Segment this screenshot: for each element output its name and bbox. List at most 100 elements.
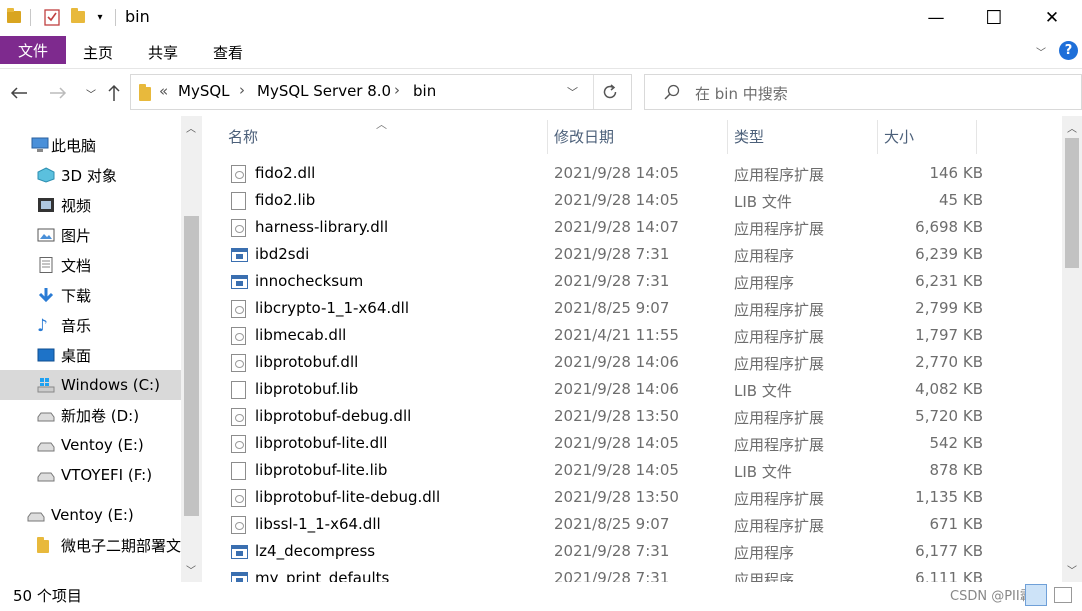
- large-icons-view-icon[interactable]: [1054, 587, 1072, 603]
- table-row[interactable]: fido2.lib 2021/9/28 14:05 LIB 文件 45 KB: [223, 187, 983, 214]
- breadcrumb-mysql[interactable]: MySQL: [178, 82, 230, 100]
- details-view-icon[interactable]: [1025, 584, 1047, 606]
- scroll-down-icon[interactable]: ﹀: [1067, 562, 1077, 577]
- sidebar-item-label: Ventoy (E:): [51, 506, 134, 524]
- file-name: libprotobuf.lib: [255, 380, 359, 398]
- sidebar-item-3d-objects[interactable]: 3D 对象: [0, 160, 181, 190]
- dll-file-icon: [231, 516, 246, 534]
- address-dropdown-icon[interactable]: ﹀: [567, 84, 578, 100]
- sidebar-item-desktop[interactable]: 桌面: [0, 340, 181, 370]
- maximize-button[interactable]: ☐: [964, 0, 1024, 36]
- table-row[interactable]: my_print_defaults 2021/9/28 7:31 应用程序 6,111…: [223, 565, 983, 582]
- table-row[interactable]: lz4_decompress 2021/9/28 7:31 应用程序 6,177 KB: [223, 538, 983, 565]
- drive-icon: [37, 469, 55, 485]
- sidebar-item-this-pc[interactable]: 此电脑: [0, 130, 181, 160]
- breadcrumb-bin[interactable]: bin: [413, 82, 436, 100]
- table-row[interactable]: libssl-1_1-x64.dll 2021/8/25 9:07 应用程序扩展 67…: [223, 511, 983, 538]
- table-row[interactable]: libprotobuf-lite.dll 2021/9/28 14:05 应用程序扩…: [223, 430, 983, 457]
- sidebar-item-music[interactable]: ♪ 音乐: [0, 310, 181, 340]
- breadcrumb-separator[interactable]: ›: [394, 81, 400, 99]
- scrollbar-thumb[interactable]: [1065, 138, 1079, 268]
- overflow-chevron[interactable]: «: [159, 82, 168, 100]
- file-date: 2021/9/28 14:05: [554, 461, 679, 479]
- tab-home[interactable]: 主页: [83, 42, 113, 63]
- file-size: 6,239 KB: [915, 245, 983, 263]
- column-header-type[interactable]: 类型: [734, 126, 764, 147]
- search-input[interactable]: 在 bin 中搜索: [695, 83, 788, 104]
- refresh-icon[interactable]: [601, 83, 619, 105]
- help-icon[interactable]: ?: [1059, 41, 1078, 60]
- scroll-up-icon[interactable]: ︿: [186, 120, 196, 135]
- folder-icon: [6, 8, 22, 26]
- breadcrumb-mysql-server[interactable]: MySQL Server 8.0: [257, 82, 391, 100]
- properties-icon[interactable]: [43, 8, 61, 26]
- file-date: 2021/9/28 14:07: [554, 218, 679, 236]
- column-divider[interactable]: [547, 120, 548, 154]
- table-row[interactable]: ibd2sdi 2021/9/28 7:31 应用程序 6,239 KB: [223, 241, 983, 268]
- file-date: 2021/9/28 13:50: [554, 488, 679, 506]
- sidebar-scrollbar[interactable]: ︿ ﹀: [181, 116, 202, 582]
- folder-icon: [139, 84, 151, 101]
- tab-file[interactable]: 文件: [0, 36, 66, 64]
- file-type: 应用程序: [734, 247, 795, 265]
- table-row[interactable]: fido2.dll 2021/9/28 14:05 应用程序扩展 146 KB: [223, 160, 983, 187]
- new-folder-icon[interactable]: [70, 8, 86, 26]
- sidebar-item-documents[interactable]: 文档: [0, 250, 181, 280]
- expand-ribbon-icon[interactable]: ﹀: [1036, 44, 1046, 59]
- search-box[interactable]: 在 bin 中搜索: [644, 74, 1082, 110]
- scroll-up-icon[interactable]: ︿: [1067, 120, 1077, 135]
- scroll-down-icon[interactable]: ﹀: [186, 562, 196, 577]
- file-date: 2021/9/28 14:06: [554, 380, 679, 398]
- table-row[interactable]: libprotobuf.lib 2021/9/28 14:06 LIB 文件 4,08…: [223, 376, 983, 403]
- file-size: 6,177 KB: [915, 542, 983, 560]
- forward-button[interactable]: [47, 82, 69, 104]
- back-button[interactable]: [8, 82, 30, 104]
- file-size: 146 KB: [929, 164, 983, 182]
- file-name: libssl-1_1-x64.dll: [255, 515, 381, 533]
- sidebar-item-windows-c[interactable]: Windows (C:): [0, 370, 181, 400]
- close-button[interactable]: ✕: [1022, 0, 1082, 36]
- column-divider[interactable]: [877, 120, 878, 154]
- file-type: 应用程序扩展: [734, 409, 825, 427]
- column-header-size[interactable]: 大小: [884, 126, 914, 147]
- address-bar[interactable]: « MySQL › MySQL Server 8.0 › bin ﹀: [130, 74, 632, 110]
- tab-share[interactable]: 共享: [148, 42, 178, 63]
- file-size: 542 KB: [929, 434, 983, 452]
- table-row[interactable]: libmecab.dll 2021/4/21 11:55 应用程序扩展 1,797 K…: [223, 322, 983, 349]
- sidebar-item-folder[interactable]: 微电子二期部署文: [0, 530, 181, 560]
- table-row[interactable]: libprotobuf-debug.dll 2021/9/28 13:50 应用程序…: [223, 403, 983, 430]
- table-row[interactable]: libcrypto-1_1-x64.dll 2021/8/25 9:07 应用程序扩…: [223, 295, 983, 322]
- table-row[interactable]: libprotobuf-lite-debug.dll 2021/9/28 13:5…: [223, 484, 983, 511]
- column-header-name[interactable]: 名称: [228, 126, 258, 147]
- customize-dropdown-icon[interactable]: ▾: [94, 8, 106, 26]
- sidebar-item-downloads[interactable]: 下载: [0, 280, 181, 310]
- file-name: libprotobuf-lite-debug.dll: [255, 488, 441, 506]
- file-date: 2021/8/25 9:07: [554, 515, 670, 533]
- scrollbar-thumb[interactable]: [184, 216, 199, 516]
- sidebar-item-pictures[interactable]: 图片: [0, 220, 181, 250]
- file-icon: [231, 192, 246, 210]
- recent-locations-icon[interactable]: ﹀: [80, 82, 102, 104]
- file-date: 2021/9/28 14:05: [554, 164, 679, 182]
- table-row[interactable]: innochecksum 2021/9/28 7:31 应用程序 6,231 KB: [223, 268, 983, 295]
- sidebar-item-video[interactable]: 视频: [0, 190, 181, 220]
- sidebar-item-drive-d[interactable]: 新加卷 (D:): [0, 400, 181, 430]
- table-row[interactable]: libprotobuf-lite.lib 2021/9/28 14:05 LIB 文…: [223, 457, 983, 484]
- tab-view[interactable]: 查看: [213, 42, 243, 63]
- sidebar-item-ventoy-e-root[interactable]: Ventoy (E:): [0, 500, 181, 530]
- table-row[interactable]: libprotobuf.dll 2021/9/28 14:06 应用程序扩展 2,77…: [223, 349, 983, 376]
- minimize-button[interactable]: —: [906, 0, 966, 36]
- file-list-scrollbar[interactable]: ︿ ﹀: [1062, 116, 1082, 582]
- sidebar-item-label: 此电脑: [51, 136, 97, 155]
- column-divider[interactable]: [727, 120, 728, 154]
- up-button[interactable]: [103, 82, 125, 104]
- drive-icon: [27, 509, 45, 525]
- file-name: libprotobuf-debug.dll: [255, 407, 412, 425]
- file-date: 2021/9/28 7:31: [554, 569, 670, 582]
- sidebar-item-ventoy-e[interactable]: Ventoy (E:): [0, 430, 181, 460]
- sidebar-item-vtoyefi-f[interactable]: VTOYEFI (F:): [0, 460, 181, 490]
- column-divider[interactable]: [976, 120, 977, 154]
- column-header-date[interactable]: 修改日期: [554, 126, 614, 147]
- breadcrumb-separator[interactable]: ›: [239, 81, 245, 99]
- table-row[interactable]: harness-library.dll 2021/9/28 14:07 应用程序扩展…: [223, 214, 983, 241]
